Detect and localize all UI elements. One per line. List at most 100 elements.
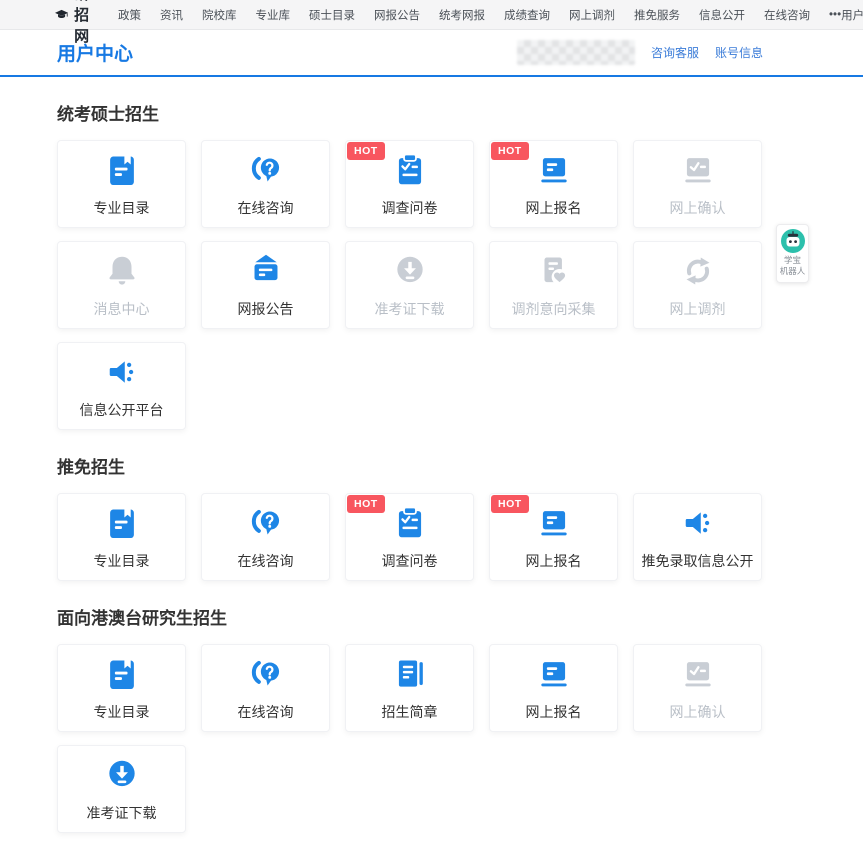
top-navigation: 研招网 政策资讯院校库专业库硕士目录网报公告统考网报成绩查询网上调剂推免服务信息…: [0, 0, 863, 30]
card-label: 招生简章: [382, 702, 438, 722]
card-label: 网上确认: [670, 198, 726, 218]
card-admission-ticket-download[interactable]: 准考证下载: [345, 241, 474, 329]
card-label: 调查问卷: [382, 551, 438, 571]
main-content: 统考硕士招生专业目录在线咨询HOT调查问卷HOT网上报名网上确认消息中心网报公告…: [57, 100, 762, 833]
download-circle-icon: [391, 252, 429, 290]
robot-avatar-icon: [781, 229, 805, 253]
speaker-icon: [103, 353, 141, 391]
card-online-confirmation[interactable]: 网上确认: [633, 140, 762, 228]
clipboard-check-icon: [391, 151, 429, 189]
card-online-consult[interactable]: 在线咨询: [201, 493, 330, 581]
doc-heart-icon: [535, 252, 573, 290]
card-label: 网报公告: [238, 299, 294, 319]
card-label: 准考证下载: [87, 803, 157, 823]
speaker-icon: [679, 504, 717, 542]
header-links: 咨询客服账号信息: [651, 44, 763, 61]
laptop-icon: [535, 504, 573, 542]
section-title: 面向港澳台研究生招生: [57, 604, 762, 629]
laptop-icon: [535, 655, 573, 693]
card-admission-ticket-download[interactable]: 准考证下载: [57, 745, 186, 833]
nav-item-6[interactable]: 统考网报: [439, 7, 485, 23]
nav-item-5[interactable]: 网报公告: [374, 7, 420, 23]
card-online-registration[interactable]: 网上报名: [489, 644, 618, 732]
card-label: 网上报名: [526, 702, 582, 722]
chat-question-icon: [247, 504, 285, 542]
catalog-book-icon: [103, 504, 141, 542]
card-tuimian-admission-info[interactable]: 推免录取信息公开: [633, 493, 762, 581]
laptop-check-icon: [679, 151, 717, 189]
sync-arrows-icon: [679, 252, 717, 290]
card-label: 在线咨询: [238, 551, 294, 571]
card-adjustment-intention-collection[interactable]: 调剂意向采集: [489, 241, 618, 329]
card-online-consult[interactable]: 在线咨询: [201, 140, 330, 228]
download-circle-icon: [103, 756, 141, 794]
nav-item-8[interactable]: 网上调剂: [569, 7, 615, 23]
nav-item-11[interactable]: 在线咨询: [764, 7, 810, 23]
card-online-registration[interactable]: HOT 网上报名: [489, 140, 618, 228]
nav-item-4[interactable]: 硕士目录: [309, 7, 355, 23]
card-admission-brochure[interactable]: 招生简章: [345, 644, 474, 732]
card-label: 信息公开平台: [80, 400, 164, 420]
catalog-book-icon: [103, 655, 141, 693]
nav-item-7[interactable]: 成绩查询: [504, 7, 550, 23]
card-label: 准考证下载: [375, 299, 445, 319]
card-grid: 专业目录在线咨询 HOT 调查问卷 HOT 网上报名 网上确认消息中心 网报公告 准考证下载 调…: [57, 140, 762, 430]
card-major-catalog[interactable]: 专业目录: [57, 140, 186, 228]
graduation-cap-icon: [55, 6, 68, 23]
page-title: 用户中心: [57, 39, 133, 66]
card-label: 专业目录: [94, 702, 150, 722]
card-label: 在线咨询: [238, 702, 294, 722]
card-online-confirmation[interactable]: 网上确认: [633, 644, 762, 732]
nav-items: 政策 资讯 院校库 专业库 硕士目录 网报公告 统考网报 成绩查询 网上调剂 推免服务 信息公开 在线…: [118, 7, 841, 23]
card-major-catalog[interactable]: 专业目录: [57, 644, 186, 732]
card-info-disclosure-platform[interactable]: 信息公开平台: [57, 342, 186, 430]
catalog-book-icon: [103, 151, 141, 189]
laptop-icon: [535, 151, 573, 189]
card-major-catalog[interactable]: 专业目录: [57, 493, 186, 581]
card-label: 网上报名: [526, 198, 582, 218]
hot-badge: HOT: [491, 495, 529, 513]
section-tuimian-admission: 推免招生专业目录 在线咨询 HOT 调查问卷 HOT 网上报名 推免录取信息公开: [57, 453, 762, 581]
card-label: 调剂意向采集: [512, 299, 596, 319]
robot-label-line2: 机器人: [779, 266, 806, 277]
nav-item-2[interactable]: 院校库: [202, 7, 237, 23]
section-hmt-admission: 面向港澳台研究生招生专业目录 在线咨询 招生简章 网上报名 网上确认准考证下载: [57, 604, 762, 833]
card-registration-announcement[interactable]: 网报公告: [201, 241, 330, 329]
card-label: 调查问卷: [382, 198, 438, 218]
hot-badge: HOT: [491, 142, 529, 160]
nav-item-10[interactable]: 信息公开: [699, 7, 745, 23]
clipboard-check-icon: [391, 504, 429, 542]
card-grid: 专业目录 在线咨询 HOT 调查问卷 HOT 网上报名 推免录取信息公开: [57, 493, 762, 581]
card-label: 在线咨询: [238, 198, 294, 218]
section-title: 推免招生: [57, 453, 762, 478]
card-survey-questionnaire[interactable]: HOT 调查问卷: [345, 140, 474, 228]
card-label: 推免录取信息公开: [642, 551, 754, 571]
nav-item-9[interactable]: 推免服务: [634, 7, 680, 23]
nav-item-12[interactable]: •••: [829, 9, 841, 21]
doc-lines-icon: [391, 655, 429, 693]
card-survey-questionnaire[interactable]: HOT 调查问卷: [345, 493, 474, 581]
section-unified-master-admission: 统考硕士招生专业目录在线咨询 HOT 调查问卷 HOT 网上报名 网上确认消息中心 网报公告…: [57, 100, 762, 430]
chat-question-icon: [247, 655, 285, 693]
card-label: 消息中心: [94, 299, 150, 319]
card-label: 专业目录: [94, 551, 150, 571]
header-link-0[interactable]: 咨询客服: [651, 44, 699, 61]
section-title: 统考硕士招生: [57, 100, 762, 125]
card-grid: 专业目录 在线咨询 招生简章 网上报名 网上确认准考证下载: [57, 644, 762, 833]
nav-right-link-0[interactable]: 用户中心: [841, 7, 863, 23]
card-label: 网上确认: [670, 702, 726, 722]
card-online-registration[interactable]: HOT 网上报名: [489, 493, 618, 581]
card-online-consult[interactable]: 在线咨询: [201, 644, 330, 732]
header-link-1[interactable]: 账号信息: [715, 44, 763, 61]
nav-item-1[interactable]: 资讯: [160, 7, 183, 23]
card-online-adjustment[interactable]: 网上调剂: [633, 241, 762, 329]
nav-item-3[interactable]: 专业库: [256, 7, 291, 23]
announcement-icon: [247, 252, 285, 290]
chat-question-icon: [247, 151, 285, 189]
hot-badge: HOT: [347, 142, 385, 160]
robot-assistant-widget[interactable]: 学宝 机器人: [776, 224, 809, 283]
card-label: 网上报名: [526, 551, 582, 571]
hot-badge: HOT: [347, 495, 385, 513]
card-message-center[interactable]: 消息中心: [57, 241, 186, 329]
nav-item-0[interactable]: 政策: [118, 7, 141, 23]
